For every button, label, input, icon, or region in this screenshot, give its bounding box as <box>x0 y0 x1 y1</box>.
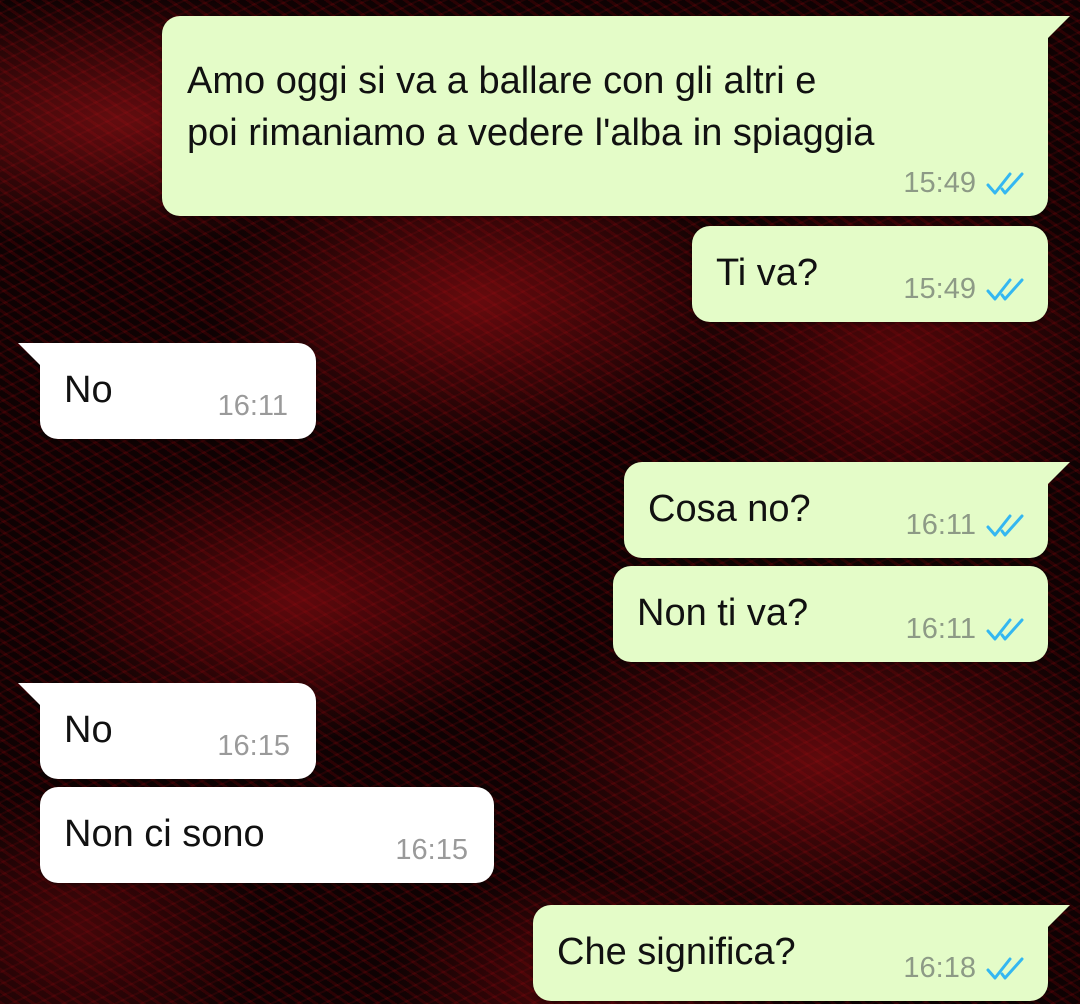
message-time: 16:18 <box>903 952 976 984</box>
message-text: Ti va? <box>716 252 819 294</box>
message-meta: 15:49 <box>903 273 1026 306</box>
message-time: 15:49 <box>903 167 976 199</box>
message-time: 15:49 <box>903 273 976 305</box>
message-time: 16:15 <box>217 730 290 762</box>
message-meta: 16:11 <box>218 390 288 423</box>
message-text: Che significa? <box>557 931 796 973</box>
message-meta: 16:11 <box>906 613 1026 646</box>
outgoing-message-bubble[interactable]: Cosa no? 16:11 <box>624 462 1070 558</box>
outgoing-message-bubble[interactable]: Non ti va? 16:11 <box>613 566 1048 662</box>
double-check-icon <box>986 618 1024 640</box>
message-text: Cosa no? <box>648 488 811 530</box>
message-text-line: poi rimaniamo a vedere l'alba in spiaggi… <box>187 112 875 154</box>
double-check-icon <box>986 957 1024 979</box>
message-time: 16:11 <box>905 613 976 645</box>
message-meta: 16:11 <box>906 509 1026 542</box>
message-text: Non ti va? <box>637 592 809 634</box>
message-text: Non ci sono <box>64 813 265 855</box>
incoming-message-bubble[interactable]: No 16:11 <box>18 343 316 439</box>
message-meta: 16:15 <box>395 834 468 867</box>
double-check-icon <box>986 172 1024 194</box>
message-text: No <box>64 369 113 411</box>
outgoing-message-bubble[interactable]: Che significa? 16:18 <box>533 905 1070 1001</box>
message-text-line: Amo oggi si va a ballare con gli altri e <box>187 60 817 102</box>
message-meta: 16:18 <box>903 952 1026 985</box>
message-time: 16:11 <box>217 390 288 422</box>
message-time: 16:15 <box>395 834 468 866</box>
outgoing-message-bubble[interactable]: Ti va? 15:49 <box>692 226 1048 322</box>
incoming-message-bubble[interactable]: Non ci sono 16:15 <box>40 787 494 883</box>
message-text: No <box>64 709 113 751</box>
double-check-icon <box>986 514 1024 536</box>
message-meta: 15:49 <box>903 167 1026 200</box>
outgoing-message-bubble[interactable]: Amo oggi si va a ballare con gli altri e… <box>162 16 1070 216</box>
double-check-icon <box>986 278 1024 300</box>
message-meta: 16:15 <box>217 730 290 763</box>
incoming-message-bubble[interactable]: No 16:15 <box>18 683 316 779</box>
message-time: 16:11 <box>905 509 976 541</box>
